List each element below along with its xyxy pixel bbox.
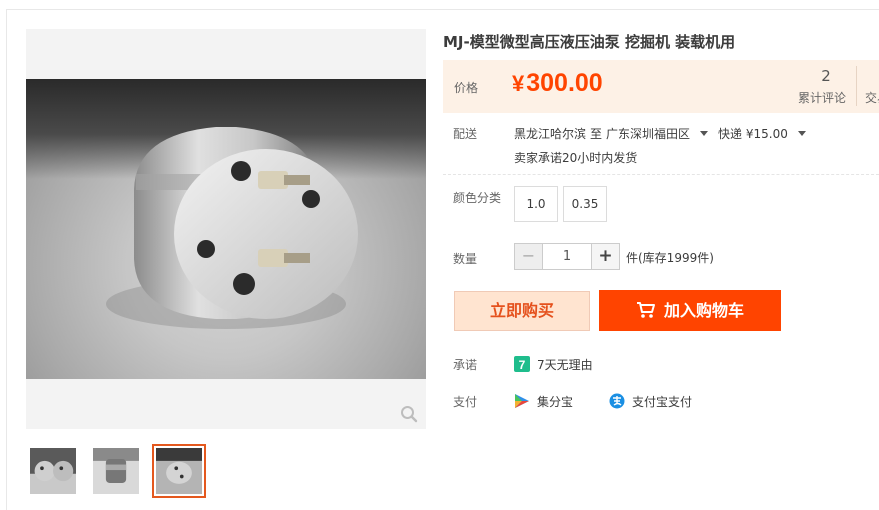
promise-label: 承诺 [453,358,478,372]
seven-day-icon: 7 [514,356,530,372]
trade-success-label[interactable]: 交易成功 [865,89,879,106]
quantity-label: 数量 [453,252,478,266]
quantity-input[interactable]: 1 [543,244,591,269]
price-label: 价格 [454,81,479,95]
price-amount: 300.00 [526,69,603,97]
cart-icon [636,302,655,318]
product-photo [26,79,426,379]
promise-text[interactable]: 7天无理由 [537,356,593,373]
sku-option-2[interactable]: 0.35 [563,186,607,222]
quantity-decrease-button[interactable]: − [515,244,543,269]
divider [856,66,857,106]
chevron-down-icon[interactable] [700,131,709,136]
review-count[interactable]: 2 [816,67,836,85]
quantity-increase-button[interactable]: + [591,244,619,269]
sku-option-1[interactable]: 1.0 [514,186,558,222]
shipping-info: 黑龙江哈尔滨至广东深圳福田区 快递 ¥15.00 [514,125,816,142]
payment-method-alipay[interactable]: 支付宝支付 [632,393,692,410]
add-to-cart-label: 加入购物车 [663,301,744,320]
quantity-stepper: − 1 + [514,243,620,270]
sku-label: 颜色分类 [453,191,502,205]
price-value: ¥300.00 [512,69,603,98]
price-panel: 价格 ¥300.00 2 累计评论 交易成功 [443,60,879,113]
magnifier-icon[interactable] [400,405,418,423]
ship-from: 黑龙江哈尔滨 [514,127,587,141]
alipay-icon [609,393,625,409]
currency-symbol: ¥ [512,71,525,96]
thumbnail-3-selected[interactable] [152,444,206,498]
svg-text:7: 7 [519,358,526,372]
thumbnail-2[interactable] [89,444,143,498]
buy-now-button[interactable]: 立即购买 [454,291,590,331]
payment-method-jifenbao[interactable]: 集分宝 [537,393,573,410]
payment-label: 支付 [453,395,478,409]
product-title: MJ-模型微型高压液压油泵 挖掘机 装载机用 [443,33,736,51]
review-label[interactable]: 累计评论 [798,89,846,106]
shipping-label: 配送 [453,127,478,141]
shipping-method[interactable]: 快递 ¥15.00 [718,127,788,141]
jifenbao-icon [515,394,529,408]
ship-to-word: 至 [590,127,603,141]
add-to-cart-button[interactable]: 加入购物车 [599,290,781,331]
stock-text: 件(库存1999件) [626,251,714,265]
ship-promise: 卖家承诺20小时内发货 [514,151,638,165]
divider [443,174,879,175]
chevron-down-icon[interactable] [797,131,806,136]
main-product-image[interactable] [26,29,426,429]
thumbnail-1[interactable] [26,444,80,498]
ship-destination[interactable]: 广东深圳福田区 [606,127,690,141]
